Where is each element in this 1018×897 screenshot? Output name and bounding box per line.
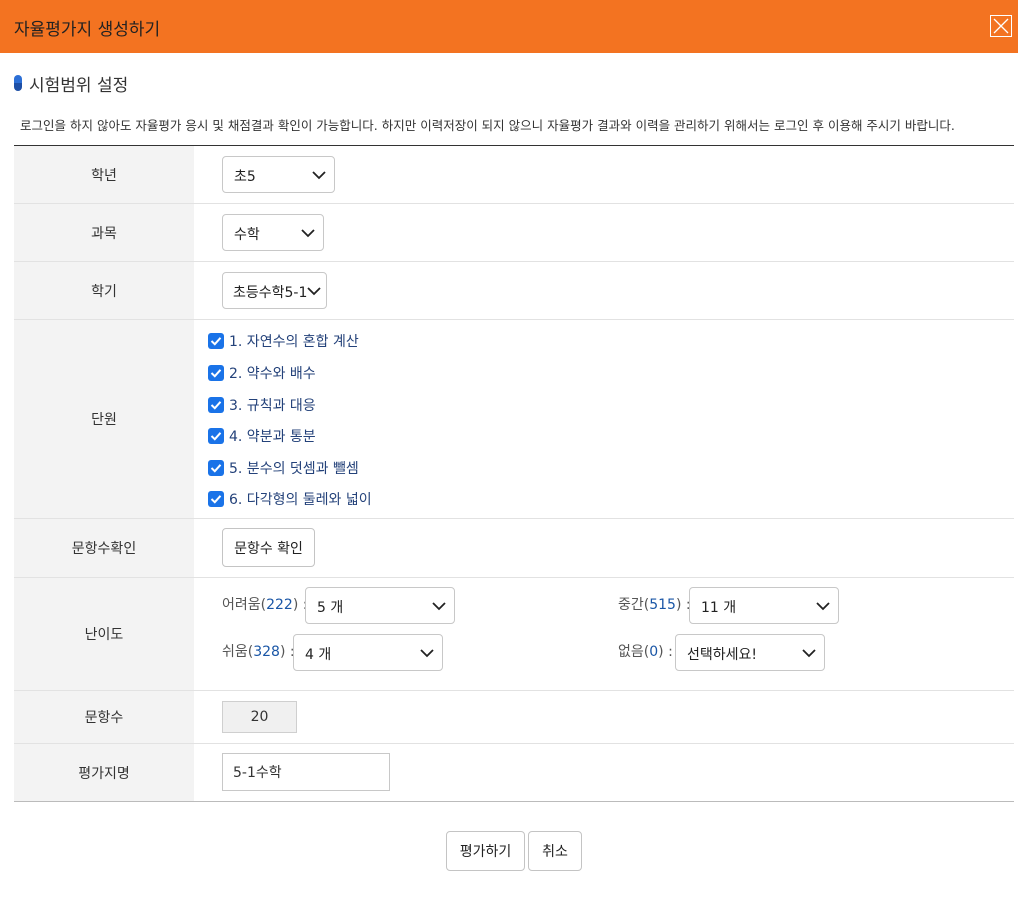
chevron-down-icon	[307, 287, 321, 296]
paper-name-label: 평가지명	[14, 744, 194, 801]
checkbox-checked-icon[interactable]	[208, 428, 224, 444]
row-grade: 학년 초5	[14, 146, 1014, 204]
subject-value: 수학	[234, 227, 260, 243]
unit-label: 5. 분수의 덧셈과 뺄셈	[229, 461, 359, 477]
difficulty-easy-value: 4 개	[305, 647, 332, 663]
difficulty-hard-label: 어려움(222) :	[222, 597, 308, 613]
unit-item[interactable]: 1. 자연수의 혼합 계산	[208, 330, 359, 352]
close-button[interactable]	[990, 15, 1012, 37]
grade-value: 초5	[234, 169, 256, 185]
section-bullet-icon	[14, 75, 22, 91]
chevron-down-icon	[420, 649, 434, 658]
semester-select[interactable]: 초등수학5-1	[222, 272, 327, 309]
difficulty-medium-select[interactable]: 11 개	[689, 587, 839, 624]
modal-header: 자율평가지 생성하기	[0, 0, 1018, 53]
chevron-down-icon	[432, 602, 446, 611]
unit-item[interactable]: 2. 약수와 배수	[208, 362, 316, 384]
checkbox-checked-icon[interactable]	[208, 491, 224, 507]
unit-label: 2. 약수와 배수	[229, 366, 316, 382]
difficulty-easy-count: 328	[253, 644, 280, 660]
submit-button[interactable]: 평가하기	[446, 831, 525, 871]
grade-label: 학년	[14, 146, 194, 203]
cancel-button[interactable]: 취소	[528, 831, 582, 871]
semester-label: 학기	[14, 262, 194, 319]
unit-item[interactable]: 4. 약분과 통분	[208, 425, 316, 447]
checkbox-checked-icon[interactable]	[208, 365, 224, 381]
difficulty-hard-select[interactable]: 5 개	[305, 587, 455, 624]
unit-label: 3. 규칙과 대응	[229, 398, 316, 414]
modal-title: 자율평가지 생성하기	[14, 20, 161, 40]
difficulty-none-value: 선택하세요!	[687, 647, 758, 663]
count-check-button[interactable]: 문항수 확인	[222, 528, 315, 567]
close-icon	[993, 18, 1009, 34]
difficulty-none-select[interactable]: 선택하세요!	[675, 634, 825, 671]
semester-value: 초등수학5-1	[233, 285, 308, 301]
checkbox-checked-icon[interactable]	[208, 460, 224, 476]
chevron-down-icon	[816, 602, 830, 611]
difficulty-easy-select[interactable]: 4 개	[293, 634, 443, 671]
section-title: 시험범위 설정	[29, 76, 129, 96]
question-count-field: 20	[222, 701, 297, 733]
unit-item[interactable]: 5. 분수의 덧셈과 뺄셈	[208, 457, 359, 479]
difficulty-label: 난이도	[14, 578, 194, 690]
unit-item[interactable]: 3. 규칙과 대응	[208, 394, 316, 416]
chevron-down-icon	[301, 229, 315, 238]
checkbox-checked-icon[interactable]	[208, 333, 224, 349]
subject-label: 과목	[14, 204, 194, 261]
row-units: 단원 1. 자연수의 혼합 계산 2. 약수와 배수 3. 규칙과 대응 4. …	[14, 320, 1014, 519]
difficulty-none-label: 없음(0) :	[618, 644, 673, 660]
row-paper-name: 평가지명	[14, 744, 1014, 802]
row-subject: 과목 수학	[14, 204, 1014, 262]
count-check-label: 문항수확인	[14, 519, 194, 577]
exam-range-form: 학년 초5 과목 수학 학기 초등수학5-1 단원 1. 자연수의 혼합 계산 …	[14, 145, 1014, 802]
chevron-down-icon	[802, 649, 816, 658]
row-count-check: 문항수확인 문항수 확인	[14, 519, 1014, 578]
difficulty-none-count: 0	[649, 644, 659, 660]
unit-label: 6. 다각형의 둘레와 넓이	[229, 492, 372, 508]
units-label: 단원	[14, 320, 194, 518]
chevron-down-icon	[312, 171, 326, 180]
row-difficulty: 난이도 어려움(222) : 5 개 중간(515) : 11 개 쉬움(328…	[14, 578, 1014, 691]
row-semester: 학기 초등수학5-1	[14, 262, 1014, 320]
grade-select[interactable]: 초5	[222, 156, 335, 193]
difficulty-medium-value: 11 개	[701, 600, 737, 616]
difficulty-hard-count: 222	[266, 597, 293, 613]
unit-label: 1. 자연수의 혼합 계산	[229, 334, 359, 350]
paper-name-input[interactable]	[222, 753, 390, 791]
difficulty-easy-label: 쉬움(328) :	[222, 644, 295, 660]
question-count-label: 문항수	[14, 691, 194, 743]
unit-item[interactable]: 6. 다각형의 둘레와 넓이	[208, 488, 372, 510]
difficulty-medium-label: 중간(515) :	[618, 597, 691, 613]
login-notice: 로그인을 하지 않아도 자율평가 응시 및 채점결과 확인이 가능합니다. 하지…	[20, 118, 955, 133]
row-question-count: 문항수 20	[14, 691, 1014, 744]
units-list: 1. 자연수의 혼합 계산 2. 약수와 배수 3. 규칙과 대응 4. 약분과…	[208, 320, 1014, 518]
unit-label: 4. 약분과 통분	[229, 429, 316, 445]
checkbox-checked-icon[interactable]	[208, 397, 224, 413]
difficulty-hard-value: 5 개	[317, 600, 344, 616]
difficulty-medium-count: 515	[649, 597, 676, 613]
subject-select[interactable]: 수학	[222, 214, 324, 251]
